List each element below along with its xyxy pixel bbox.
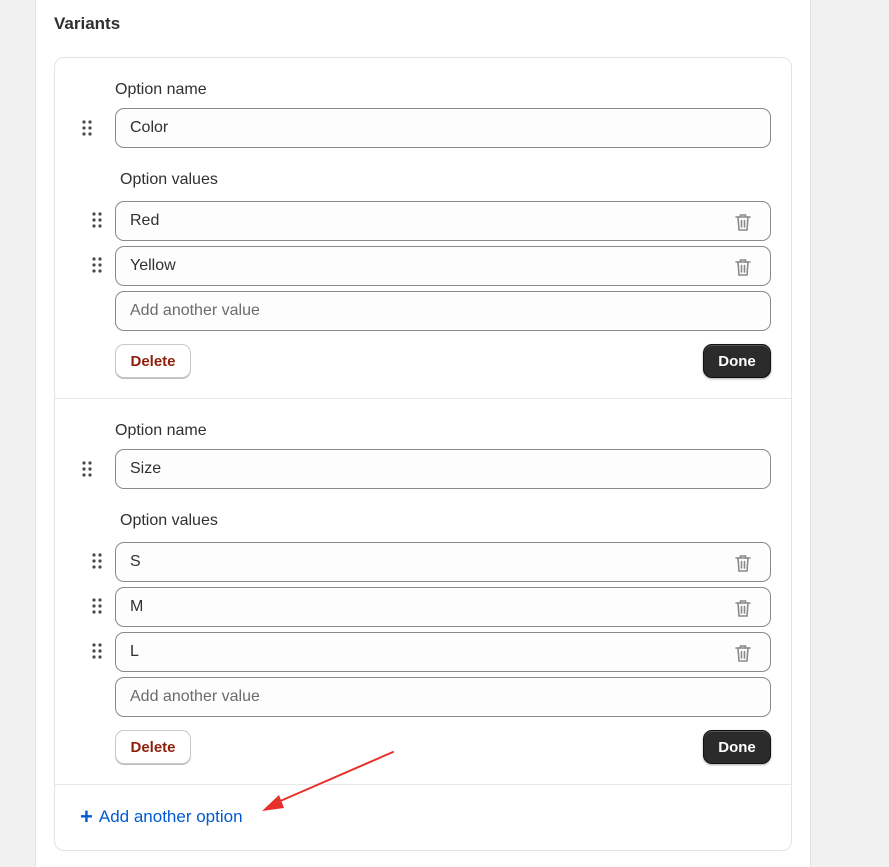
drag-handle-icon[interactable] <box>91 643 103 659</box>
option-name-input[interactable]: Color <box>115 108 771 148</box>
trash-icon[interactable] <box>734 598 752 618</box>
add-value-input[interactable]: Add another value <box>115 677 771 717</box>
option-value-input[interactable]: M <box>115 587 771 627</box>
done-button[interactable]: Done <box>703 344 771 378</box>
option-value-text: Yellow <box>130 257 176 274</box>
option-name-value: Color <box>130 119 169 136</box>
divider <box>55 784 791 785</box>
option-value-text: Red <box>130 212 160 229</box>
add-value-placeholder: Add another value <box>130 688 260 705</box>
trash-icon[interactable] <box>734 212 752 232</box>
add-another-option-button[interactable]: + Add another option <box>80 804 243 829</box>
trash-icon[interactable] <box>734 257 752 277</box>
trash-icon[interactable] <box>734 643 752 663</box>
divider <box>55 398 791 399</box>
drag-handle-icon[interactable] <box>81 461 93 477</box>
section-title: Variants <box>54 14 121 33</box>
done-button[interactable]: Done <box>703 730 771 764</box>
drag-handle-icon[interactable] <box>91 257 103 273</box>
option-value-input[interactable]: L <box>115 632 771 672</box>
add-value-input[interactable]: Add another value <box>115 291 771 331</box>
option-name-input[interactable]: Size <box>115 449 771 489</box>
add-another-option-label: Add another option <box>98 807 243 826</box>
option-value-input[interactable]: Yellow <box>115 246 771 286</box>
option-value-input[interactable]: S <box>115 542 771 582</box>
option-name-value: Size <box>130 460 162 477</box>
option-name-label: Option name <box>115 422 207 439</box>
option-value-input[interactable]: Red <box>115 201 771 241</box>
option-value-text: L <box>130 643 139 660</box>
delete-option-button[interactable]: Delete <box>115 730 191 764</box>
option-value-text: S <box>130 553 141 570</box>
delete-option-button[interactable]: Delete <box>115 344 191 378</box>
drag-handle-icon[interactable] <box>91 212 103 228</box>
drag-handle-icon[interactable] <box>81 120 93 136</box>
plus-icon: + <box>80 804 93 829</box>
drag-handle-icon[interactable] <box>91 553 103 569</box>
option-name-label: Option name <box>115 81 207 98</box>
option-values-label: Option values <box>120 512 218 529</box>
option-value-text: M <box>130 598 144 615</box>
trash-icon[interactable] <box>734 553 752 573</box>
add-value-placeholder: Add another value <box>130 302 260 319</box>
option-values-label: Option values <box>120 171 218 188</box>
drag-handle-icon[interactable] <box>91 598 103 614</box>
